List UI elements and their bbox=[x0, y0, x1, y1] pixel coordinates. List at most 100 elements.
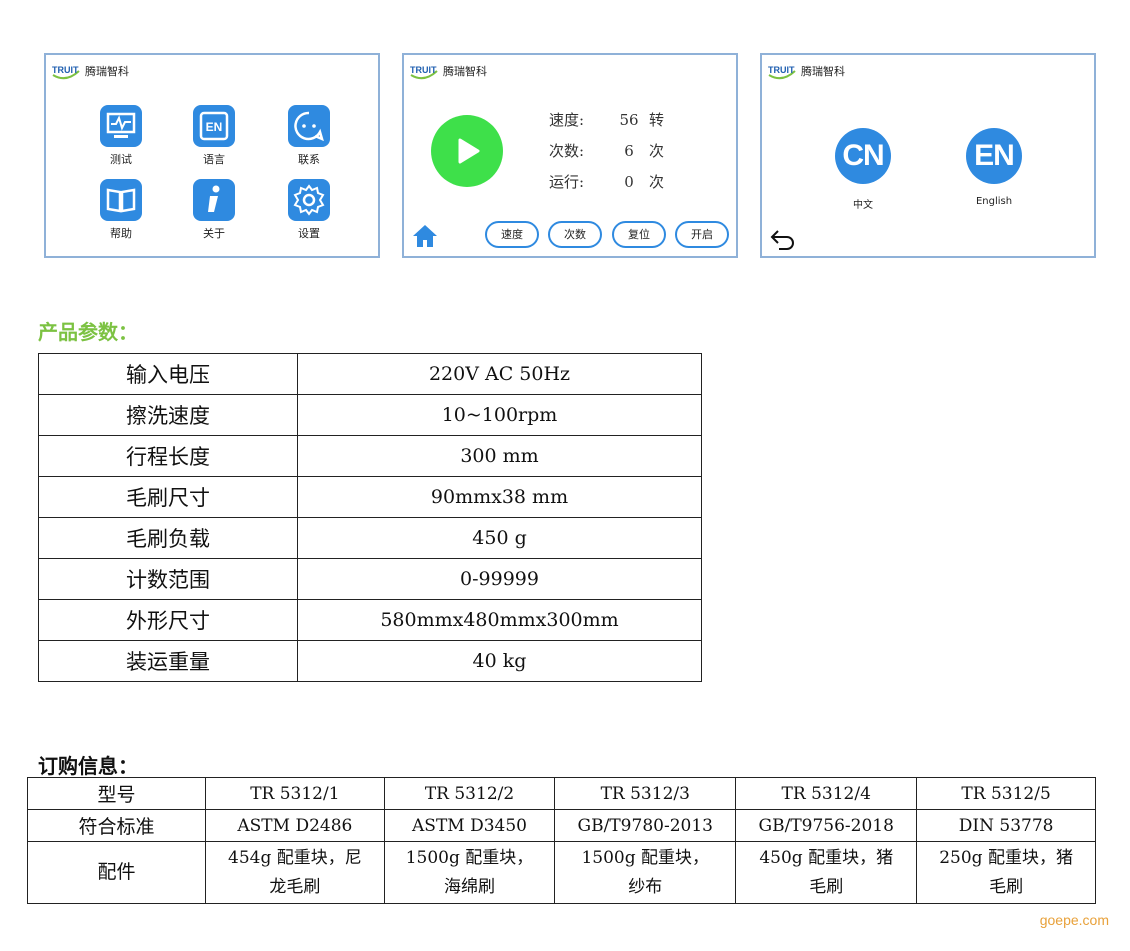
model-row: 型号 TR 5312/1 TR 5312/2 TR 5312/3 TR 5312… bbox=[27, 777, 1096, 810]
run-stat: 运行: 0 次 bbox=[549, 171, 669, 192]
info-icon bbox=[193, 179, 235, 221]
param-value: 300 mm bbox=[297, 435, 702, 477]
model-cell: TR 5312/3 bbox=[554, 777, 737, 810]
accessory-cell: 454g 配重块，尼 龙毛刷 bbox=[205, 841, 385, 904]
menu-item-settings[interactable]: 设置 bbox=[283, 179, 335, 241]
stat-unit: 次 bbox=[649, 142, 665, 160]
english-language-button[interactable]: EN bbox=[966, 128, 1022, 184]
menu-item-help[interactable]: 帮助 bbox=[95, 179, 147, 241]
speed-stat: 速度: 56 转 bbox=[549, 109, 669, 130]
menu-label: 语言 bbox=[203, 153, 225, 166]
table-row: 外形尺寸 580mmx480mmx300mm bbox=[38, 599, 702, 641]
accessory-row: 配件 454g 配重块，尼 龙毛刷 1500g 配重块， 海绵刷 1500g 配重块… bbox=[27, 841, 1096, 904]
menu-item-language[interactable]: EN 语言 bbox=[188, 105, 240, 167]
param-value: 450 g bbox=[297, 517, 702, 559]
menu-item-contact[interactable]: 联系 bbox=[283, 105, 335, 167]
param-key: 计数范围 bbox=[38, 558, 298, 600]
params-title: 产品参数： bbox=[38, 320, 138, 344]
count-button[interactable]: 次数 bbox=[548, 221, 602, 248]
stat-unit: 次 bbox=[649, 173, 665, 191]
watermark: goepe.com bbox=[1039, 912, 1109, 928]
table-row: 输入电压 220V AC 50Hz bbox=[38, 353, 702, 395]
brand-name: 腾瑞智科 bbox=[443, 65, 487, 78]
stat-value: 6 bbox=[624, 142, 634, 160]
home-icon[interactable] bbox=[412, 223, 438, 253]
svg-text:TRUIT: TRUIT bbox=[52, 65, 79, 75]
model-cell: TR 5312/5 bbox=[916, 777, 1096, 810]
count-stat: 次数: 6 次 bbox=[549, 140, 669, 161]
chinese-language-label: 中文 bbox=[853, 200, 873, 211]
start-button[interactable]: 开启 bbox=[675, 221, 729, 248]
row-header: 符合标准 bbox=[27, 809, 206, 842]
param-key: 外形尺寸 bbox=[38, 599, 298, 641]
row-header: 配件 bbox=[27, 841, 206, 904]
stat-value: 0 bbox=[624, 173, 634, 191]
play-icon bbox=[458, 138, 480, 164]
english-language-label: English bbox=[975, 196, 1013, 207]
menu-item-about[interactable]: 关于 bbox=[188, 179, 240, 241]
order-table: 型号 TR 5312/1 TR 5312/2 TR 5312/3 TR 5312… bbox=[27, 777, 1096, 904]
table-row: 擦洗速度 10~100rpm bbox=[38, 394, 702, 436]
model-cell: TR 5312/2 bbox=[383, 777, 556, 810]
menu-label: 设置 bbox=[298, 227, 320, 240]
brand: TRUIT 腾瑞智科 bbox=[409, 61, 487, 81]
param-value: 0-99999 bbox=[297, 558, 702, 600]
menu-label: 测试 bbox=[110, 153, 132, 166]
param-value: 90mmx38 mm bbox=[297, 476, 702, 518]
standard-cell: ASTM D3450 bbox=[383, 809, 556, 842]
accessory-line: 龙毛刷 bbox=[269, 876, 321, 897]
order-title: 订购信息： bbox=[38, 754, 138, 778]
params-table: 输入电压 220V AC 50Hz 擦洗速度 10~100rpm 行程长度 300 m… bbox=[38, 353, 702, 682]
menu-screen-panel: TRUIT 腾瑞智科 测试 EN 语言 联系 帮助 关于 设置 bbox=[44, 53, 380, 258]
accessory-cell: 450g 配重块，猪 毛刷 bbox=[735, 841, 918, 904]
accessory-line: 1500g 配重块， bbox=[405, 847, 534, 868]
table-row: 装运重量 40 kg bbox=[38, 640, 702, 682]
param-key: 毛刷尺寸 bbox=[38, 476, 298, 518]
model-cell: TR 5312/4 bbox=[735, 777, 918, 810]
param-value: 40 kg bbox=[297, 640, 702, 682]
accessory-cell: 1500g 配重块， 海绵刷 bbox=[383, 841, 556, 904]
standard-cell: GB/T9756-2018 bbox=[735, 809, 918, 842]
brand-logo: TRUIT bbox=[409, 61, 439, 81]
param-key: 输入电压 bbox=[38, 353, 298, 395]
model-cell: TR 5312/1 bbox=[205, 777, 385, 810]
accessory-cell: 250g 配重块，猪 毛刷 bbox=[916, 841, 1096, 904]
monitor-chart-icon bbox=[100, 105, 142, 147]
stat-value: 56 bbox=[619, 111, 639, 129]
chinese-language-button[interactable]: CN bbox=[835, 128, 891, 184]
param-key: 擦洗速度 bbox=[38, 394, 298, 436]
param-key: 毛刷负载 bbox=[38, 517, 298, 559]
accessory-line: 1500g 配重块， bbox=[581, 847, 710, 868]
param-value: 220V AC 50Hz bbox=[297, 353, 702, 395]
book-icon bbox=[100, 179, 142, 221]
menu-label: 关于 bbox=[203, 227, 225, 240]
accessory-line: 450g 配重块，猪 bbox=[759, 847, 894, 868]
standard-cell: GB/T9780-2013 bbox=[554, 809, 737, 842]
back-arrow-icon[interactable] bbox=[769, 227, 797, 255]
play-button[interactable] bbox=[431, 115, 503, 187]
row-header: 型号 bbox=[27, 777, 206, 810]
param-value: 580mmx480mmx300mm bbox=[297, 599, 702, 641]
accessory-line: 250g 配重块，猪 bbox=[939, 847, 1073, 868]
brand-name: 腾瑞智科 bbox=[85, 65, 129, 78]
param-key: 装运重量 bbox=[38, 640, 298, 682]
run-screen-panel: TRUIT 腾瑞智科 速度: 56 转 次数: 6 次 运行: 0 次 速度 次数 复位 开… bbox=[402, 53, 738, 258]
language-screen-panel: TRUIT 腾瑞智科 CN 中文 EN English bbox=[760, 53, 1096, 258]
svg-text:EN: EN bbox=[206, 120, 223, 134]
chat-bubble-icon bbox=[288, 105, 330, 147]
svg-text:TRUIT: TRUIT bbox=[410, 65, 437, 75]
brand-name: 腾瑞智科 bbox=[801, 65, 845, 78]
table-row: 行程长度 300 mm bbox=[38, 435, 702, 477]
gear-icon bbox=[288, 179, 330, 221]
standard-cell: ASTM D2486 bbox=[205, 809, 385, 842]
param-value: 10~100rpm bbox=[297, 394, 702, 436]
reset-button[interactable]: 复位 bbox=[612, 221, 666, 248]
brand-logo: TRUIT bbox=[767, 61, 797, 81]
accessory-line: 海绵刷 bbox=[444, 876, 495, 897]
accessory-line: 毛刷 bbox=[989, 876, 1024, 897]
speed-button[interactable]: 速度 bbox=[485, 221, 539, 248]
svg-text:TRUIT: TRUIT bbox=[768, 65, 795, 75]
accessory-line: 毛刷 bbox=[809, 876, 844, 897]
menu-item-test[interactable]: 测试 bbox=[95, 105, 147, 167]
param-key: 行程长度 bbox=[38, 435, 298, 477]
